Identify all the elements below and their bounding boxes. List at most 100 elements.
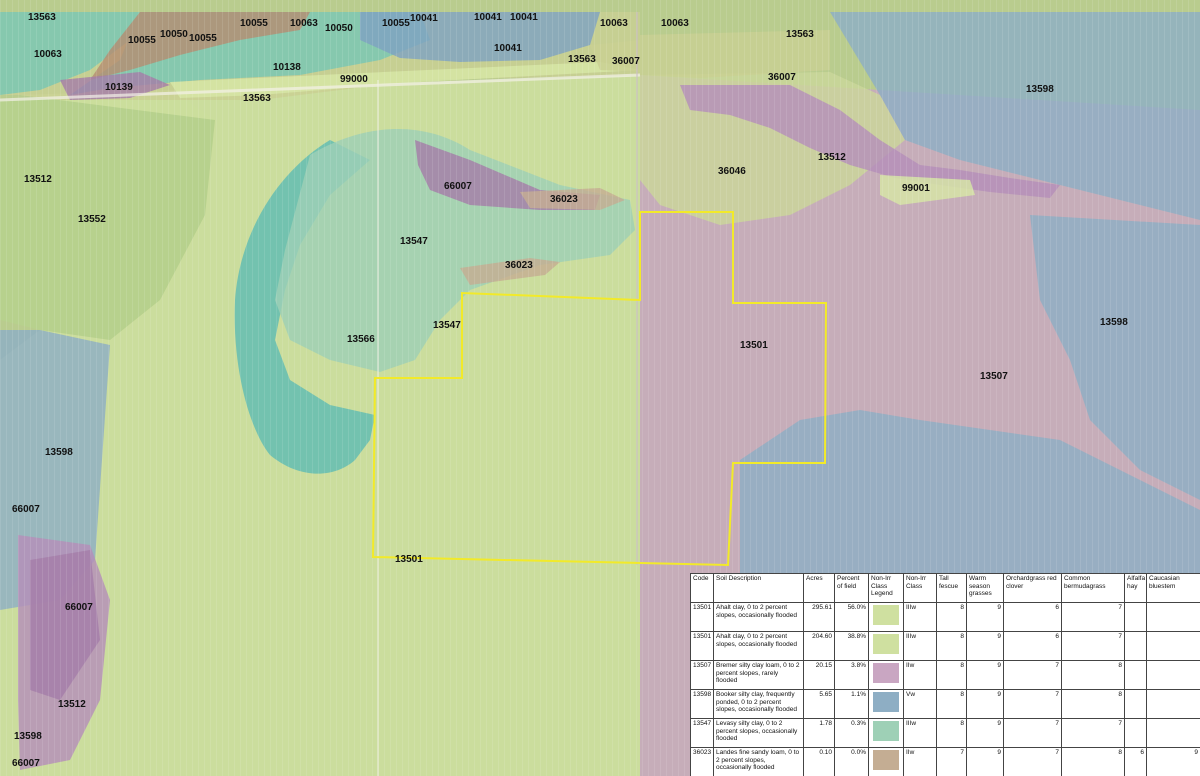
soil-label-10055: 10055 (189, 33, 217, 44)
cell-alfalfa (1124, 631, 1147, 661)
cell-orchardgrass: 7 (1003, 689, 1062, 719)
col-header-class: Non-Irr Class (903, 573, 937, 603)
soil-label-36023: 36023 (505, 260, 533, 271)
cell-bluestem (1146, 602, 1200, 632)
cell-bluestem: 9 (1146, 747, 1200, 776)
soil-label-10063: 10063 (290, 18, 318, 29)
soil-label-13512: 13512 (818, 152, 846, 163)
cell-code: 13547 (690, 718, 714, 748)
cell-bluestem (1146, 660, 1200, 690)
cell-acres: 1.78 (803, 718, 835, 748)
soil-label-13501: 13501 (395, 554, 423, 565)
cell-orchardgrass: 6 (1003, 631, 1062, 661)
soil-label-13566: 13566 (347, 334, 375, 345)
col-header-alfalfa: Alfalfa hay (1124, 573, 1147, 603)
soil-label-10055: 10055 (382, 18, 410, 29)
col-header-acres: Acres (803, 573, 835, 603)
soil-label-10055: 10055 (240, 18, 268, 29)
cell-acres: 0.10 (803, 747, 835, 776)
soil-label-13512: 13512 (24, 174, 52, 185)
cell-description: Landes fine sandy loam, 0 to 2 percent s… (713, 747, 804, 776)
soil-label-10138: 10138 (273, 62, 301, 73)
cell-tall-fescue: 8 (936, 660, 967, 690)
cell-warm-season: 9 (966, 689, 1004, 719)
legend-swatch (873, 750, 899, 770)
cell-alfalfa: 6 (1124, 747, 1147, 776)
cell-code: 13501 (690, 602, 714, 632)
cell-bluestem (1146, 718, 1200, 748)
cell-class: Vw (903, 689, 937, 719)
legend-swatch (873, 605, 899, 625)
soil-label-13598: 13598 (1100, 317, 1128, 328)
cell-legend-swatch (868, 718, 904, 748)
col-header-warm-season: Warm season grasses (966, 573, 1004, 603)
soil-label-66007: 66007 (65, 602, 93, 613)
cell-warm-season: 9 (966, 660, 1004, 690)
cell-legend-swatch (868, 660, 904, 690)
soil-label-13547: 13547 (400, 236, 428, 247)
soil-label-13563: 13563 (786, 29, 814, 40)
cell-bermudagrass: 8 (1061, 689, 1125, 719)
cell-code: 13507 (690, 660, 714, 690)
cell-class: IIw (903, 660, 937, 690)
cell-code: 13598 (690, 689, 714, 719)
col-header-code: Code (690, 573, 714, 603)
soil-label-36007: 36007 (768, 72, 796, 83)
table-row: 13501 Ahalt clay, 0 to 2 percent slopes, … (690, 631, 1200, 661)
soil-label-13512: 13512 (58, 699, 86, 710)
table-row: 36023 Landes fine sandy loam, 0 to 2 perc… (690, 747, 1200, 776)
table-row: 13507 Bremer silty clay loam, 0 to 2 perc… (690, 660, 1200, 690)
soil-label-13507: 13507 (980, 371, 1008, 382)
cell-acres: 20.15 (803, 660, 835, 690)
cell-description: Levasy silty clay, 0 to 2 percent slopes… (713, 718, 804, 748)
soil-label-13563: 13563 (28, 12, 56, 23)
cell-acres: 5.65 (803, 689, 835, 719)
soil-label-10050: 10050 (160, 29, 188, 40)
cell-legend-swatch (868, 602, 904, 632)
soil-label-99000: 99000 (340, 74, 368, 85)
soil-label-66007: 66007 (444, 181, 472, 192)
col-header-tall-fescue: Tall fescue (936, 573, 967, 603)
soil-label-10063: 10063 (600, 18, 628, 29)
cell-tall-fescue: 8 (936, 631, 967, 661)
table-row: 13547 Levasy silty clay, 0 to 2 percent s… (690, 718, 1200, 748)
cell-warm-season: 9 (966, 602, 1004, 632)
cell-legend-swatch (868, 747, 904, 776)
soil-table: Code Soil Description Acres Percent of f… (690, 573, 1200, 776)
soil-label-13501: 13501 (740, 340, 768, 351)
soil-label-10050: 10050 (325, 23, 353, 34)
cell-percent: 0.3% (834, 718, 869, 748)
cell-description: Booker silty clay, frequently ponded, 0 … (713, 689, 804, 719)
soil-label-10041: 10041 (494, 43, 522, 54)
soil-label-36023: 36023 (550, 194, 578, 205)
cell-class: IIIw (903, 631, 937, 661)
cell-percent: 56.0% (834, 602, 869, 632)
soil-label-99001: 99001 (902, 183, 930, 194)
legend-swatch (873, 663, 899, 683)
cell-orchardgrass: 7 (1003, 718, 1062, 748)
cell-orchardgrass: 7 (1003, 747, 1062, 776)
cell-class: IIw (903, 747, 937, 776)
soil-label-13563: 13563 (568, 54, 596, 65)
cell-orchardgrass: 6 (1003, 602, 1062, 632)
col-header-bluestem: Caucasian bluestem (1146, 573, 1200, 603)
legend-swatch (873, 721, 899, 741)
cell-class: IIIw (903, 718, 937, 748)
soil-label-36046: 36046 (718, 166, 746, 177)
cell-bermudagrass: 7 (1061, 602, 1125, 632)
cell-percent: 38.8% (834, 631, 869, 661)
legend-swatch (873, 692, 899, 712)
soil-label-13598: 13598 (1026, 84, 1054, 95)
table-row: 13501 Ahalt clay, 0 to 2 percent slopes, … (690, 602, 1200, 632)
cell-warm-season: 9 (966, 747, 1004, 776)
cell-code: 13501 (690, 631, 714, 661)
col-header-percent-of-field: Percent of field (834, 573, 869, 603)
cell-bermudagrass: 8 (1061, 660, 1125, 690)
cell-warm-season: 9 (966, 718, 1004, 748)
cell-bermudagrass: 7 (1061, 718, 1125, 748)
soil-label-36007: 36007 (612, 56, 640, 67)
cell-alfalfa (1124, 602, 1147, 632)
soil-table-panel: Code Soil Description Acres Percent of f… (690, 573, 1200, 776)
cell-description: Ahalt clay, 0 to 2 percent slopes, occas… (713, 602, 804, 632)
col-header-bermudagrass: Common bermudagrass (1061, 573, 1125, 603)
